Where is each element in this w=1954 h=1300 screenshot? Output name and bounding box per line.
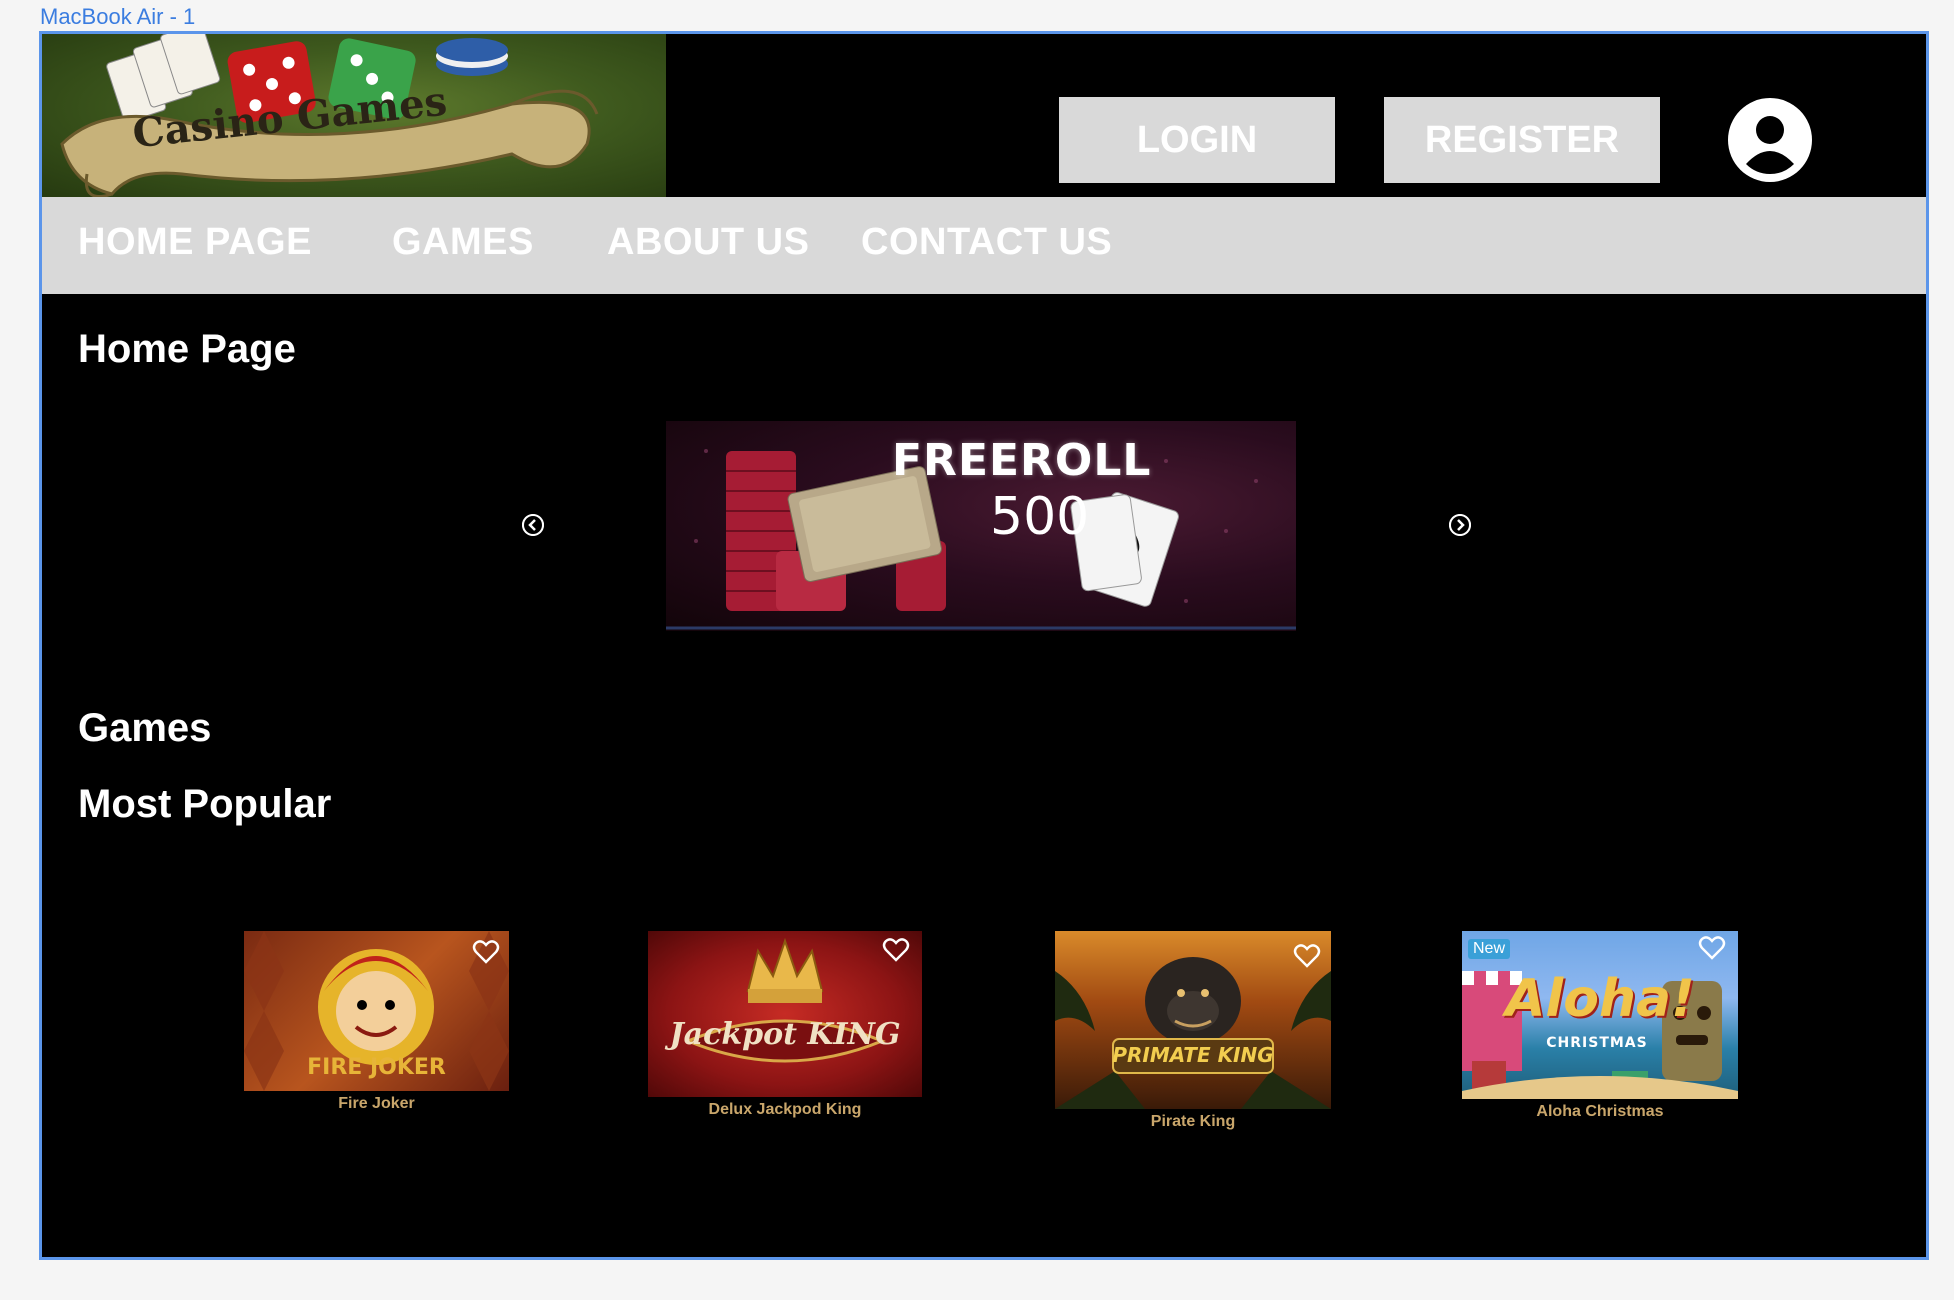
game-card-jackpot-king[interactable]: Jackpot KING Delux Jackpod King	[648, 931, 922, 1119]
nav-item-home-page[interactable]: HOME PAGE	[78, 221, 312, 264]
frame-label: MacBook Air - 1	[40, 4, 196, 29]
game-thumb-title: Aloha!	[1505, 969, 1695, 1029]
carousel-next-button[interactable]	[1449, 514, 1471, 536]
nav-item-games[interactable]: GAMES	[392, 221, 534, 264]
heart-icon[interactable]	[472, 939, 500, 965]
most-popular-heading: Most Popular	[78, 782, 332, 826]
game-title: Aloha Christmas	[1536, 1103, 1664, 1120]
game-title: Pirate King	[1150, 1113, 1236, 1130]
chevron-right-icon	[1449, 514, 1471, 536]
game-thumb-title: PRIMATE KING	[1112, 1043, 1274, 1067]
casino-games-logo[interactable]: Casino Games	[42, 34, 666, 197]
heart-icon[interactable]	[1698, 935, 1726, 961]
game-thumb: Aloha! CHRISTMAS New	[1462, 931, 1738, 1099]
game-thumb: PRIMATE KING	[1055, 931, 1331, 1109]
user-avatar-icon[interactable]	[1728, 98, 1812, 182]
game-thumb: Jackpot KING	[648, 931, 922, 1097]
game-title: Fire Joker	[338, 1095, 415, 1112]
game-thumb-title: FIRE JOKER	[307, 1055, 446, 1080]
page-title: Home Page	[78, 327, 296, 371]
nav-item-contact-us[interactable]: CONTACT US	[861, 221, 1112, 264]
new-badge: New	[1468, 939, 1511, 959]
game-card-pirate-king[interactable]: PRIMATE KING Pirate King	[1055, 931, 1331, 1131]
nav-item-about-us[interactable]: ABOUT US	[607, 221, 809, 264]
heart-icon[interactable]	[1293, 943, 1321, 969]
page-frame: Casino Games LOGIN REGISTER HOME PAGE GA…	[39, 31, 1929, 1260]
chevron-left-icon	[522, 514, 544, 536]
game-card-fire-joker[interactable]: FIRE JOKER Fire Joker	[244, 931, 509, 1113]
game-thumb-title: Jackpot KING	[669, 1017, 901, 1052]
main-nav: HOME PAGE GAMES ABOUT US CONTACT US	[42, 197, 1926, 294]
carousel-prev-button[interactable]	[522, 514, 544, 536]
game-thumb: FIRE JOKER	[244, 931, 509, 1091]
heart-icon[interactable]	[882, 937, 910, 963]
game-title: Delux Jackpod King	[708, 1101, 862, 1118]
game-thumb-subtitle: CHRISTMAS	[1546, 1035, 1648, 1051]
login-button[interactable]: LOGIN	[1059, 97, 1335, 183]
game-card-aloha-christmas[interactable]: Aloha! CHRISTMAS New Aloha Christmas	[1462, 931, 1738, 1121]
banner-title: FREEROLL	[892, 435, 1152, 486]
banner-amount: 500	[990, 487, 1090, 547]
freeroll-banner[interactable]: FREEROLL 500	[666, 421, 1296, 631]
games-heading: Games	[78, 706, 212, 750]
register-button[interactable]: REGISTER	[1384, 97, 1660, 183]
